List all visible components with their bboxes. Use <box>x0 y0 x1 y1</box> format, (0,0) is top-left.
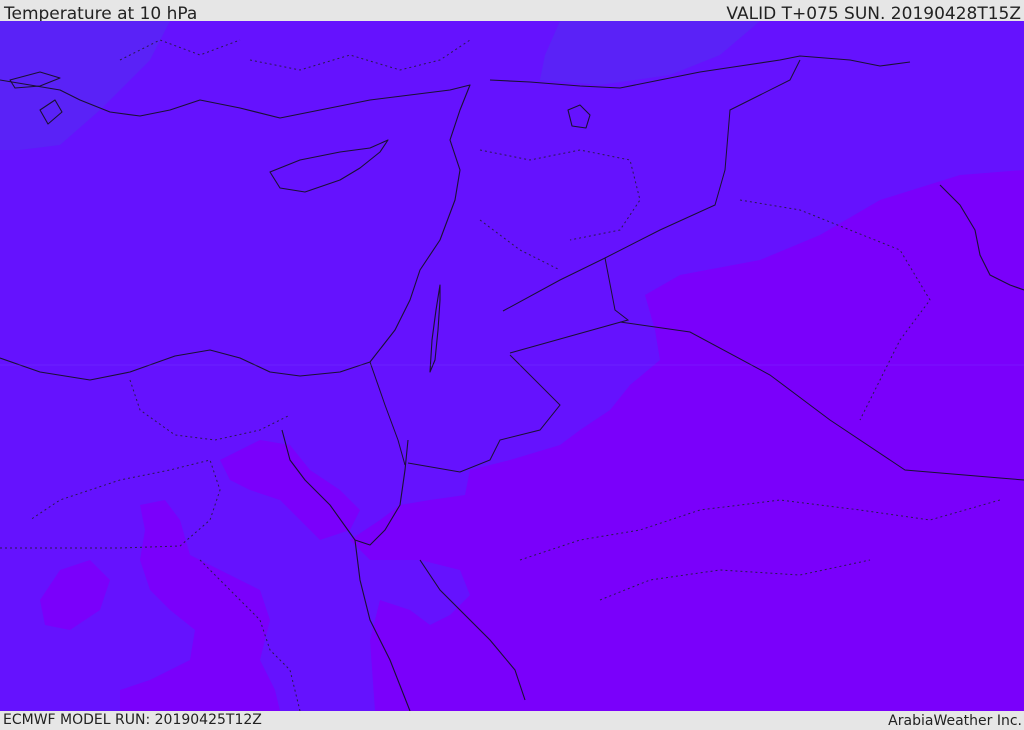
credit-label: ArabiaWeather Inc. <box>888 713 1022 729</box>
header-bar: Temperature at 10 hPa VALID T+075 SUN. 2… <box>0 0 1024 24</box>
model-run-label: ECMWF MODEL RUN: 20190425T12Z <box>3 712 262 728</box>
footer-bar: ECMWF MODEL RUN: 20190425T12Z ArabiaWeat… <box>0 711 1024 729</box>
weather-map[interactable] <box>0 21 1024 711</box>
temperature-field-svg <box>0 21 1024 711</box>
